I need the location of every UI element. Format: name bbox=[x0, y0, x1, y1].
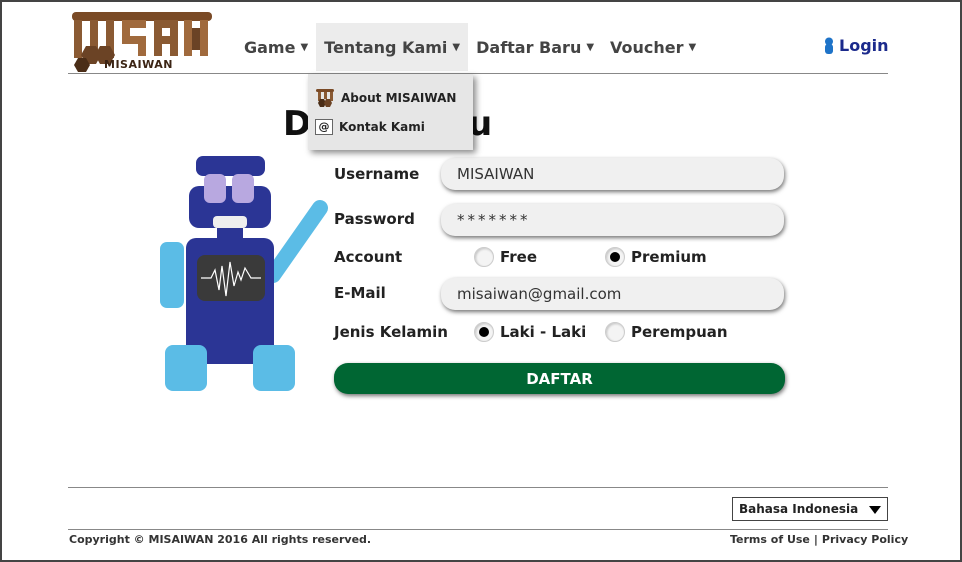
nav-label: Daftar Baru bbox=[476, 37, 582, 57]
username-label: Username bbox=[334, 165, 420, 183]
footer-divider-bottom bbox=[68, 529, 888, 530]
caret-down-icon: ▼ bbox=[300, 41, 309, 53]
menu-item-label: Kontak Kami bbox=[339, 119, 425, 134]
caret-down-icon: ▼ bbox=[586, 41, 595, 53]
copyright-text: Copyright © MISAIWAN 2016 All rights res… bbox=[69, 533, 372, 546]
nav-label: Voucher bbox=[610, 37, 684, 57]
username-input[interactable]: MISAIWAN bbox=[441, 158, 784, 190]
radio-circle bbox=[605, 322, 625, 342]
email-label: E-Mail bbox=[334, 284, 386, 302]
nav-label: Tentang Kami bbox=[324, 37, 448, 57]
radio-circle-selected bbox=[474, 322, 494, 342]
gender-female-radio[interactable]: Perempuan bbox=[605, 322, 728, 342]
user-icon bbox=[825, 37, 833, 54]
footer-divider-top bbox=[68, 487, 888, 488]
radio-label: Laki - Laki bbox=[500, 323, 587, 341]
login-label: Login bbox=[839, 36, 889, 55]
login-link[interactable]: Login bbox=[822, 36, 889, 55]
privacy-link[interactable]: Privacy Policy bbox=[822, 533, 908, 546]
radio-label: Premium bbox=[631, 248, 707, 266]
page-title: Du bbox=[283, 104, 492, 144]
account-free-radio[interactable]: Free bbox=[474, 247, 537, 267]
robot-illustration bbox=[155, 150, 335, 400]
gender-label: Jenis Kelamin bbox=[334, 323, 448, 341]
daftar-button[interactable]: DAFTAR bbox=[334, 363, 785, 394]
menu-item-label: About MISAIWAN bbox=[341, 90, 457, 105]
language-value: Bahasa Indonesia bbox=[739, 502, 859, 516]
menu-item-about[interactable]: About MISAIWAN bbox=[308, 83, 473, 112]
terms-link[interactable]: Terms of Use bbox=[730, 533, 810, 546]
gender-male-radio[interactable]: Laki - Laki bbox=[474, 322, 586, 342]
radio-label: Free bbox=[500, 248, 538, 266]
language-select[interactable]: Bahasa Indonesia bbox=[732, 497, 888, 521]
email-input[interactable]: misaiwan@gmail.com bbox=[441, 278, 784, 310]
page-title-start: D bbox=[283, 104, 312, 144]
tentang-kami-dropdown: About MISAIWAN @ Kontak Kami bbox=[308, 74, 473, 150]
footer-link-separator: | bbox=[813, 533, 818, 546]
at-icon: @ bbox=[315, 118, 333, 135]
account-premium-radio[interactable]: Premium bbox=[605, 247, 707, 267]
nav-item-daftar-baru[interactable]: Daftar Baru ▼ bbox=[468, 23, 602, 71]
dropdown-arrow-icon bbox=[869, 506, 881, 514]
radio-circle bbox=[474, 247, 494, 267]
nav-item-voucher[interactable]: Voucher ▼ bbox=[602, 23, 704, 71]
password-input[interactable]: ******* bbox=[441, 204, 784, 236]
account-label: Account bbox=[334, 248, 403, 266]
radio-circle-selected bbox=[605, 247, 625, 267]
brand-name: MISAIWAN bbox=[104, 58, 173, 71]
main-nav: Game ▼ Tentang Kami ▼ Daftar Baru ▼ Vouc… bbox=[236, 23, 704, 71]
radio-label: Perempuan bbox=[631, 323, 728, 341]
nav-item-game[interactable]: Game ▼ bbox=[236, 23, 316, 71]
password-label: Password bbox=[334, 210, 415, 228]
nav-label: Game bbox=[244, 37, 296, 57]
caret-down-icon: ▼ bbox=[688, 41, 697, 53]
misaiwan-logo-icon bbox=[316, 88, 334, 107]
caret-down-icon: ▼ bbox=[452, 41, 461, 53]
footer-links: Terms of Use | Privacy Policy bbox=[730, 533, 908, 546]
menu-item-kontak[interactable]: @ Kontak Kami bbox=[308, 112, 473, 141]
header-divider bbox=[68, 73, 888, 74]
nav-item-tentang-kami[interactable]: Tentang Kami ▼ bbox=[316, 23, 469, 71]
